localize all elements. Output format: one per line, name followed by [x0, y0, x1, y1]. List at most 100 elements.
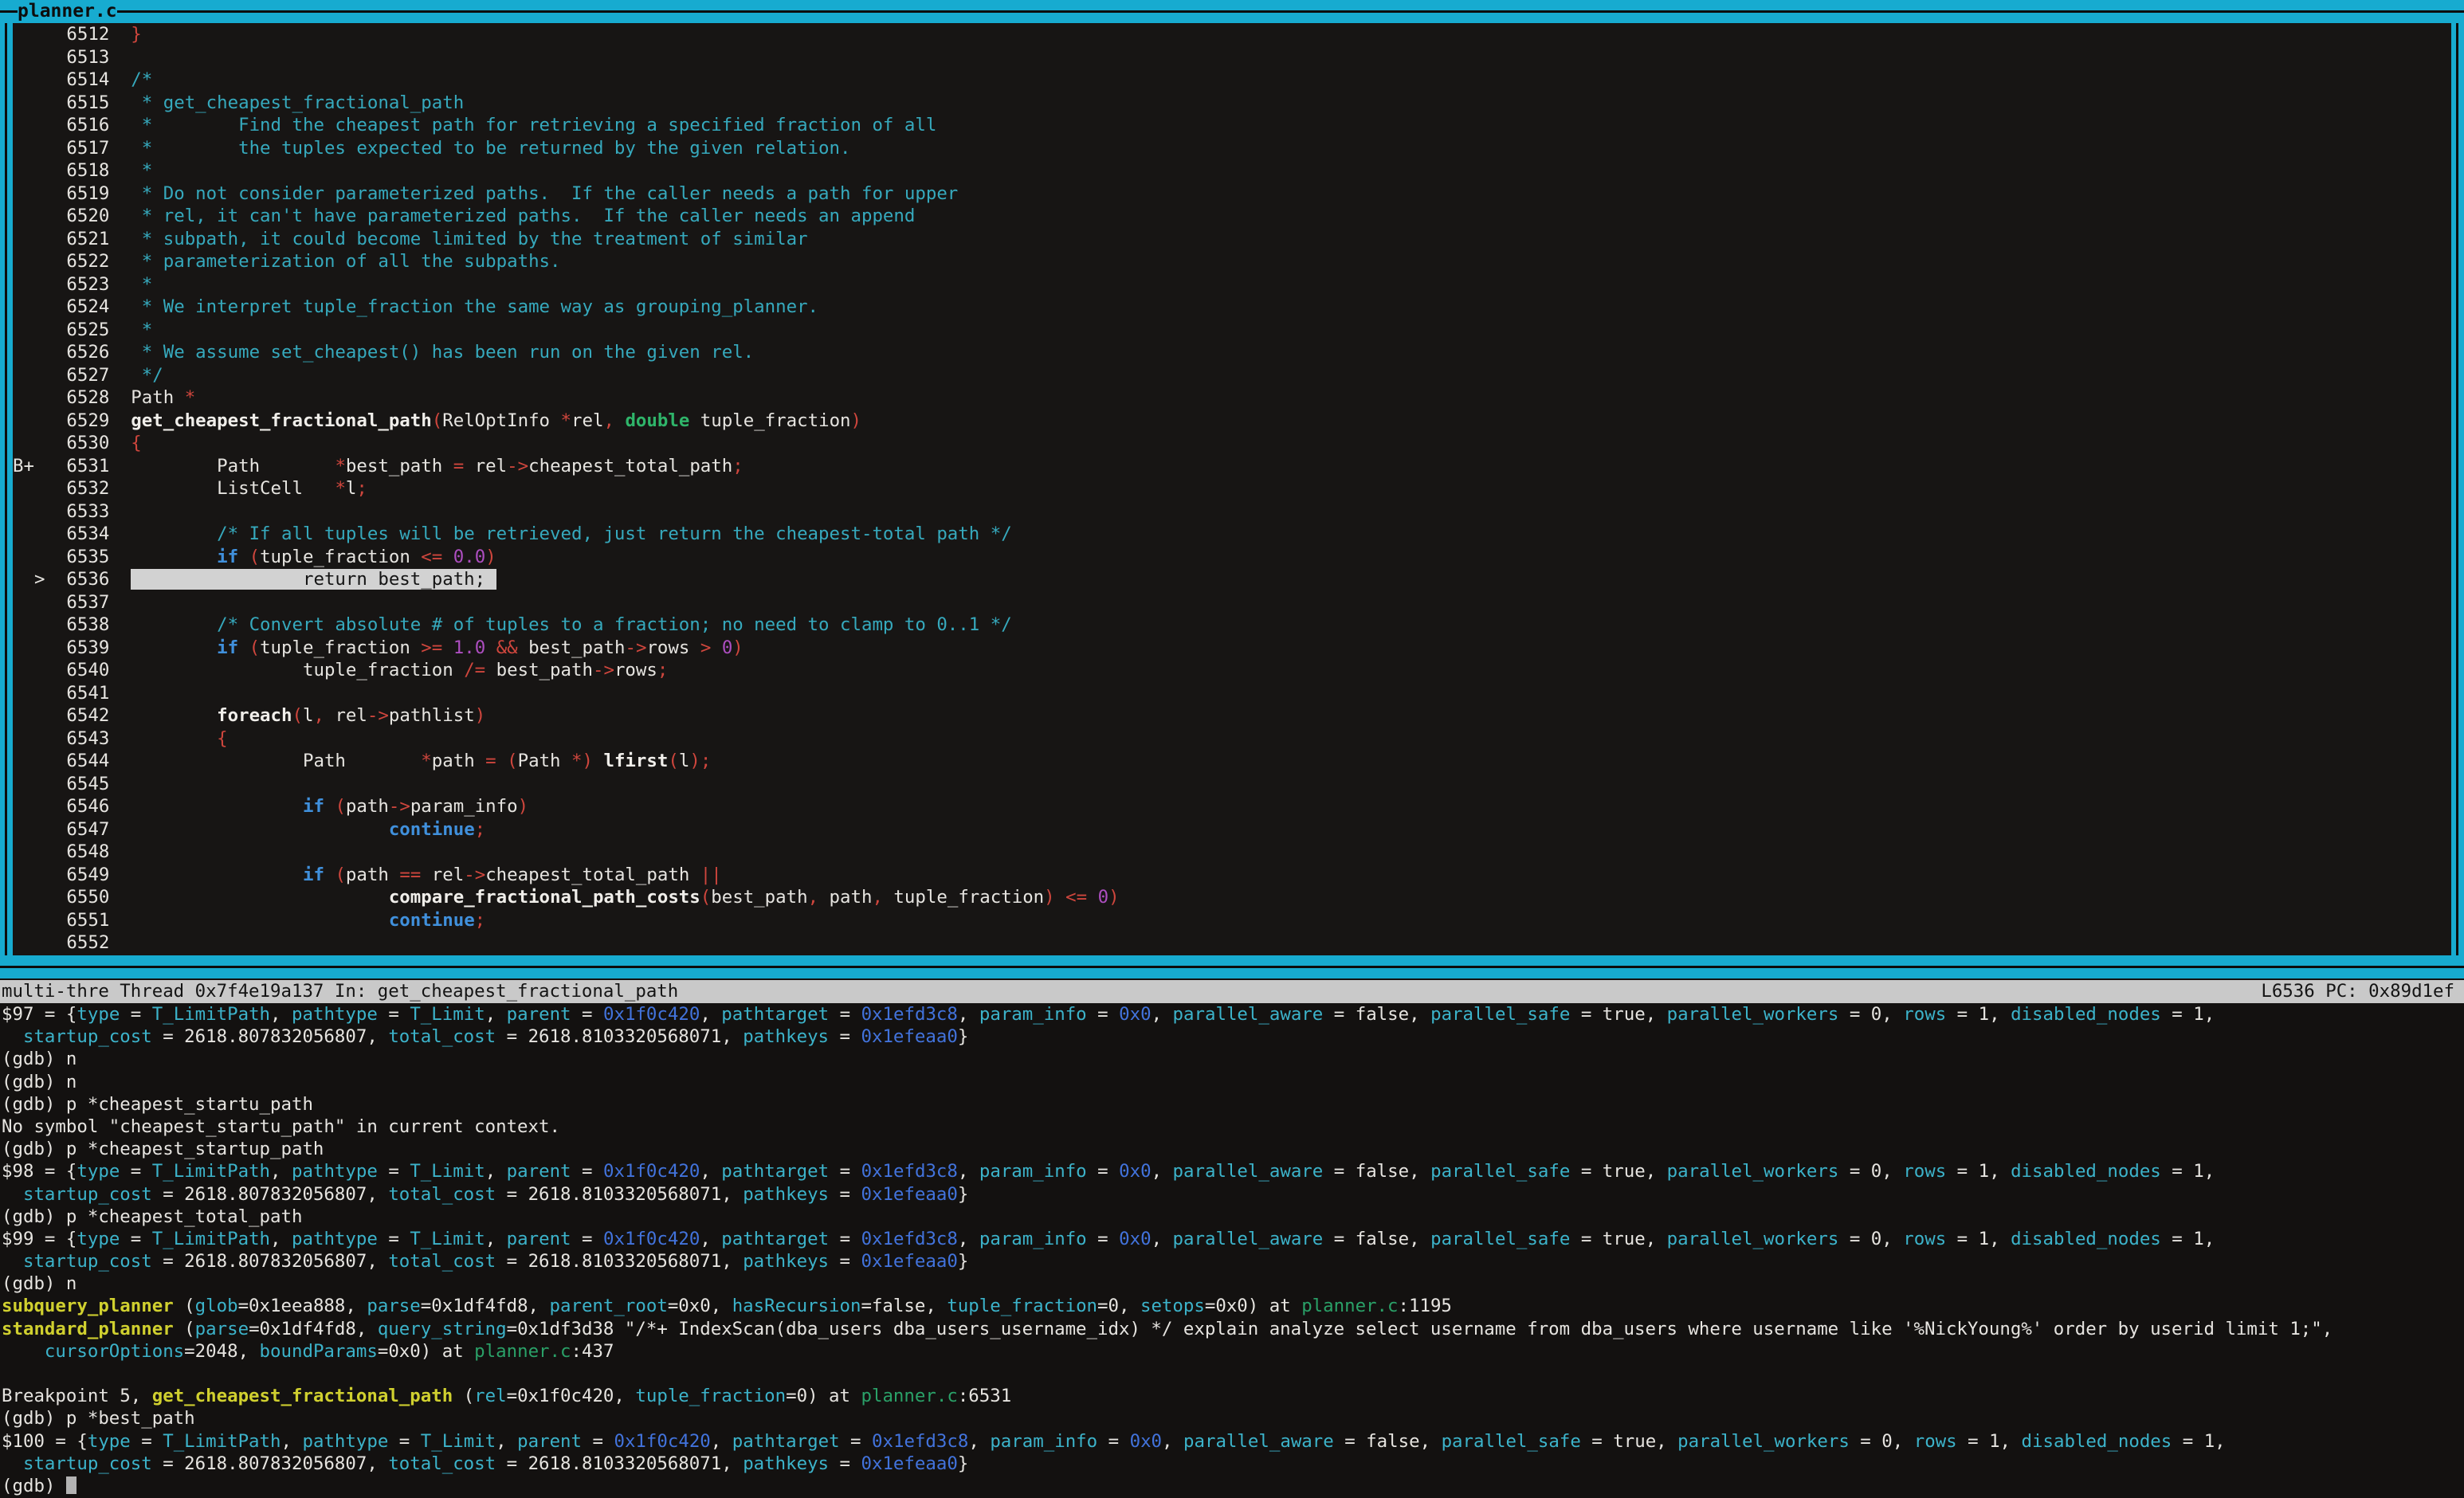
console-line: (gdb) n [2, 1273, 2464, 1295]
source-line: 6552 [13, 931, 2451, 955]
source-line: 6526 * We assume set_cheapest() has been… [13, 341, 2451, 364]
line-number-gutter: 6539 [13, 637, 131, 658]
breakpoint-marker-gutter: B+ 6531 [13, 456, 131, 476]
line-number-gutter: 6513 [13, 47, 131, 68]
line-number-gutter: 6550 [13, 887, 131, 908]
line-number-gutter: 6552 [13, 932, 131, 953]
source-line: 6518 * [13, 159, 2451, 182]
source-line: 6550 compare_fractional_path_costs(best_… [13, 886, 2451, 909]
source-line: 6516 * Find the cheapest path for retrie… [13, 114, 2451, 137]
line-number-gutter: 6532 [13, 478, 131, 499]
console-line: startup_cost = 2618.807832056807, total_… [2, 1453, 2464, 1475]
source-line: 6527 */ [13, 364, 2451, 387]
console-line: $98 = {type = T_LimitPath, pathtype = T_… [2, 1160, 2464, 1182]
status-bar: multi-thre Thread 0x7f4e19a137 In: get_c… [0, 980, 2464, 1003]
source-line: 6544 Path *path = (Path *) lfirst(l); [13, 750, 2451, 773]
console-line: Breakpoint 5, get_cheapest_fractional_pa… [2, 1385, 2464, 1407]
source-line: 6524 * We interpret tuple_fraction the s… [13, 296, 2451, 319]
line-number-gutter: 6547 [13, 819, 131, 840]
line-number-gutter: 6530 [13, 433, 131, 453]
gdb-prompt-line[interactable]: (gdb) [2, 1475, 2464, 1497]
line-number-gutter: 6527 [13, 365, 131, 386]
line-number-gutter: 6534 [13, 524, 131, 544]
source-window[interactable]: planner.c 6512 } 6513 6514 /* 6515 * get… [0, 0, 2464, 978]
line-number-gutter: 6528 [13, 387, 131, 408]
console-line: startup_cost = 2618.807832056807, total_… [2, 1250, 2464, 1273]
line-number-gutter: 6515 [13, 92, 131, 113]
line-number-gutter: 6543 [13, 728, 131, 749]
console-line: $97 = {type = T_LimitPath, pathtype = T_… [2, 1003, 2464, 1025]
source-line: 6546 if (path->param_info) [13, 795, 2451, 818]
source-line: 6532 ListCell *l; [13, 477, 2451, 500]
line-number-gutter: 6517 [13, 138, 131, 159]
line-number-gutter: 6519 [13, 183, 131, 204]
line-number-gutter: 6542 [13, 705, 131, 726]
terminal-cursor[interactable] [66, 1476, 77, 1494]
source-line: 6534 /* If all tuples will be retrieved,… [13, 523, 2451, 546]
line-number-gutter: 6523 [13, 274, 131, 295]
line-number-gutter: 6522 [13, 251, 131, 272]
source-line: 6529 get_cheapest_fractional_path(RelOpt… [13, 410, 2451, 433]
source-line: 6542 foreach(l, rel->pathlist) [13, 704, 2451, 727]
line-number-gutter: 6529 [13, 410, 131, 431]
source-line: 6541 [13, 682, 2451, 705]
status-thread-info: multi-thre Thread 0x7f4e19a137 In: get_c… [2, 980, 678, 1003]
line-number-gutter: 6524 [13, 296, 131, 317]
source-window-left-border [0, 23, 13, 955]
line-number-gutter: 6518 [13, 160, 131, 181]
source-line: 6521 * subpath, it could become limited … [13, 228, 2451, 251]
line-number-gutter: 6545 [13, 774, 131, 794]
console-line: startup_cost = 2618.807832056807, total_… [2, 1183, 2464, 1206]
source-line: 6538 /* Convert absolute # of tuples to … [13, 614, 2451, 637]
line-number-gutter: 6538 [13, 614, 131, 635]
line-number-gutter: 6540 [13, 660, 131, 680]
source-line: 6525 * [13, 319, 2451, 342]
console-line: (gdb) p *best_path [2, 1407, 2464, 1429]
source-line: 6540 tuple_fraction /= best_path->rows; [13, 659, 2451, 682]
line-number-gutter: 6541 [13, 683, 131, 704]
border-dash-right [117, 10, 2464, 13]
console-line: cursorOptions=2048, boundParams=0x0) at … [2, 1340, 2464, 1363]
source-file-title: planner.c [18, 0, 117, 23]
source-line: 6515 * get_cheapest_fractional_path [13, 92, 2451, 115]
line-number-gutter: 6516 [13, 115, 131, 135]
status-line-pc-info: L6536 PC: 0x89d1ef [2261, 980, 2454, 1003]
source-line: 6543 { [13, 727, 2451, 751]
source-line: 6537 [13, 591, 2451, 614]
console-line [2, 1363, 2464, 1385]
source-line: 6548 [13, 841, 2451, 864]
console-line: (gdb) p *cheapest_startup_path [2, 1138, 2464, 1160]
source-line: B+ 6531 Path *best_path = rel->cheapest_… [13, 455, 2451, 478]
source-line: 6530 { [13, 432, 2451, 455]
source-line: 6514 /* [13, 69, 2451, 92]
source-window-top-border: planner.c [0, 0, 2464, 23]
console-line: $100 = {type = T_LimitPath, pathtype = T… [2, 1430, 2464, 1453]
source-line: 6549 if (path == rel->cheapest_total_pat… [13, 864, 2451, 887]
line-number-gutter: 6535 [13, 547, 131, 567]
line-number-gutter: 6514 [13, 69, 131, 90]
console-line: $99 = {type = T_LimitPath, pathtype = T_… [2, 1228, 2464, 1250]
source-window-right-border [2451, 23, 2464, 955]
console-line: (gdb) p *cheapest_total_path [2, 1206, 2464, 1228]
gdb-console[interactable]: $97 = {type = T_LimitPath, pathtype = T_… [2, 1003, 2464, 1498]
line-number-gutter: 6521 [13, 229, 131, 249]
highlighted-current-line: return best_path; [131, 569, 496, 590]
line-number-gutter: 6551 [13, 910, 131, 931]
source-line: 6512 } [13, 23, 2451, 46]
source-line: 6539 if (tuple_fraction >= 1.0 && best_p… [13, 637, 2451, 660]
source-line: 6535 if (tuple_fraction <= 0.0) [13, 546, 2451, 569]
line-number-gutter: 6512 [13, 24, 131, 45]
line-number-gutter: 6537 [13, 592, 131, 613]
source-line: 6513 [13, 46, 2451, 69]
source-line: 6519 * Do not consider parameterized pat… [13, 182, 2451, 206]
current-line-marker-gutter: > 6536 [13, 569, 131, 590]
source-line: 6520 * rel, it can't have parameterized … [13, 205, 2451, 228]
line-number-gutter: 6533 [13, 501, 131, 522]
source-line: 6545 [13, 773, 2451, 796]
source-line: 6517 * the tuples expected to be returne… [13, 137, 2451, 160]
source-window-bottom-border [0, 955, 2464, 978]
line-number-gutter: 6526 [13, 342, 131, 363]
source-line: > 6536 return best_path; [13, 568, 2451, 591]
console-line: (gdb) n [2, 1048, 2464, 1070]
console-line: subquery_planner (glob=0x1eea888, parse=… [2, 1295, 2464, 1317]
